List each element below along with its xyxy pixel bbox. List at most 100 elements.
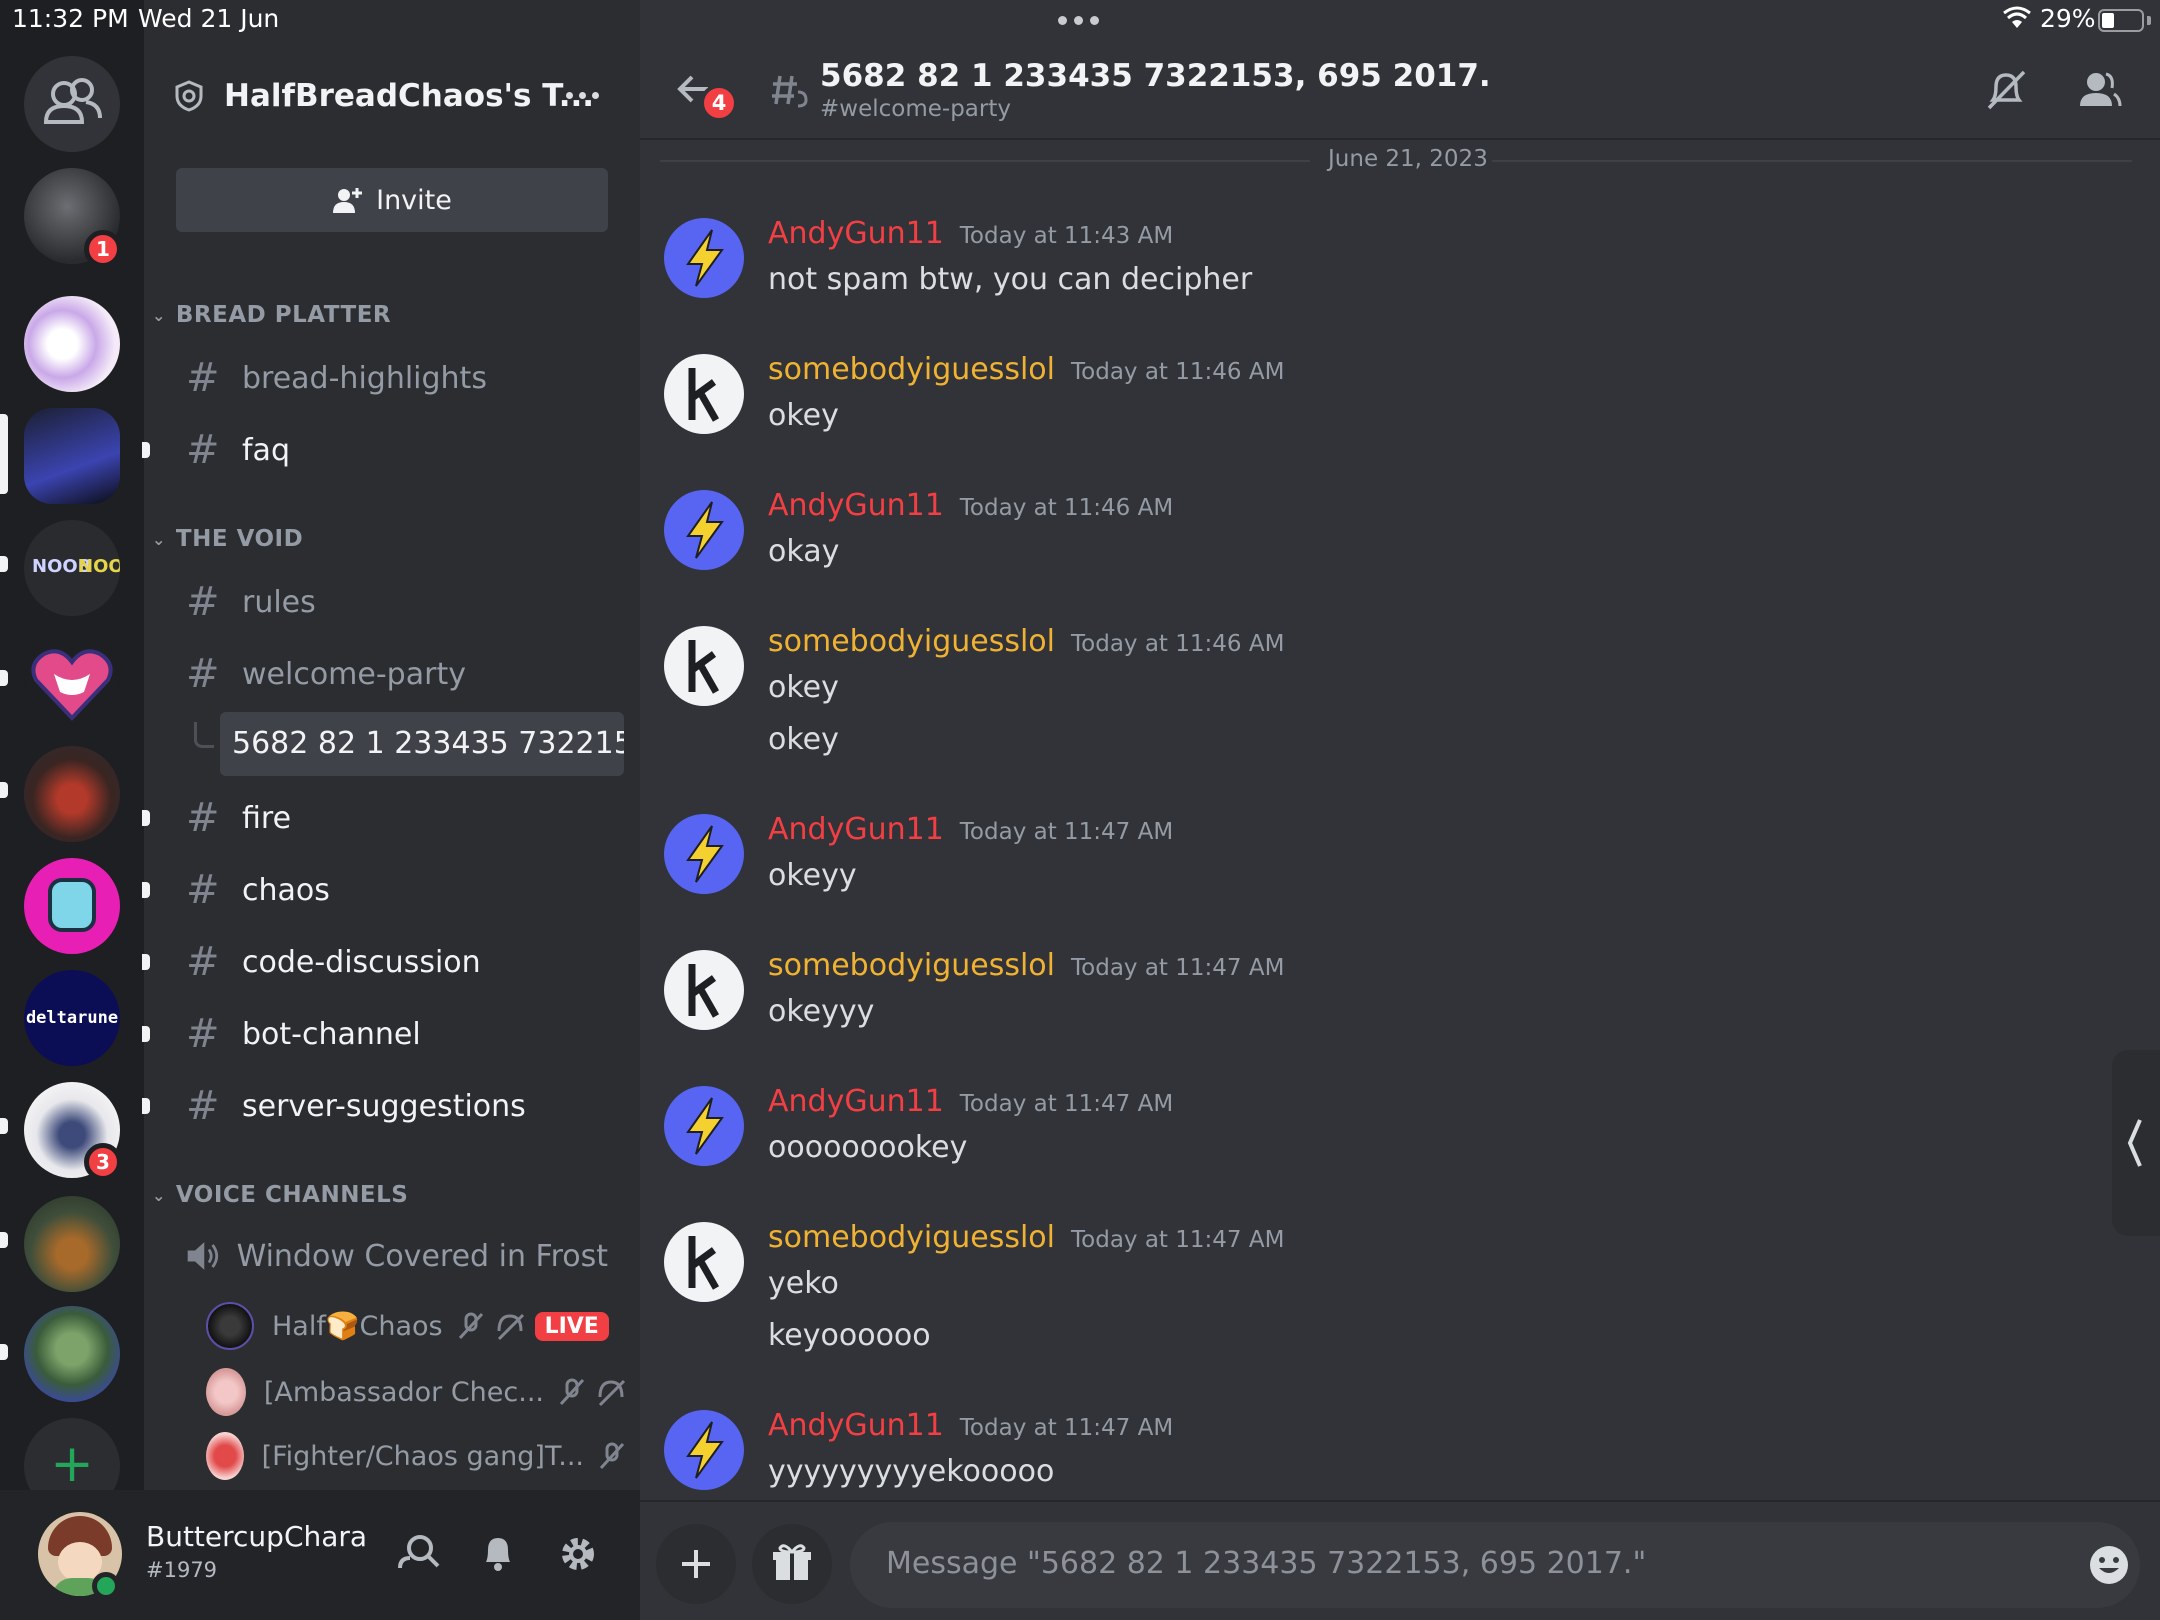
channel-faq[interactable]: # faq	[176, 420, 608, 480]
mic-muted-icon	[559, 1378, 585, 1406]
server-icon-7[interactable]	[24, 1196, 120, 1292]
message-avatar[interactable]	[664, 218, 744, 298]
server-icon-5[interactable]	[24, 858, 120, 954]
channel-label: Window Covered in Frost	[236, 1238, 608, 1274]
message-text: not spam btw, you can decipher	[768, 262, 1253, 297]
server-header[interactable]: HalfBreadChaos's T...	[144, 40, 640, 150]
username: ButtercupChara	[146, 1520, 368, 1553]
hash-icon: #	[186, 867, 220, 913]
emoji-icon[interactable]	[2088, 1544, 2130, 1586]
more-options-icon[interactable]	[566, 92, 599, 99]
channel-bread-highlights[interactable]: # bread-highlights	[176, 348, 608, 408]
search-icon[interactable]	[396, 1532, 442, 1572]
voice-user-3[interactable]: [Fighter/Chaos gang]T...	[206, 1428, 626, 1484]
channel-welcome-party[interactable]: # welcome-party	[176, 644, 608, 704]
notifications-muted-icon[interactable]	[1984, 68, 2028, 112]
user-panel: ButtercupChara #1979	[0, 1490, 640, 1620]
wifi-icon	[2003, 6, 2031, 28]
multitasking-dots-icon[interactable]	[1058, 16, 1099, 25]
channel-chaos[interactable]: # chaos	[176, 860, 608, 920]
message-avatar[interactable]	[664, 626, 744, 706]
message-author[interactable]: somebodyiguesslol Today at 11:47 AM	[768, 1220, 1284, 1255]
hash-icon: #	[186, 355, 220, 401]
message-avatar[interactable]	[664, 814, 744, 894]
channel-fire[interactable]: # fire	[176, 788, 608, 848]
server-icon-deltarune[interactable]: deltarune	[24, 970, 120, 1066]
server-icon-noob[interactable]: NOOB NOOB	[24, 520, 120, 616]
message-avatar[interactable]	[664, 1086, 744, 1166]
server-icon-1[interactable]	[24, 296, 120, 392]
letter-k-icon	[688, 368, 720, 422]
message-avatar[interactable]	[664, 1410, 744, 1490]
gear-icon[interactable]	[556, 1532, 600, 1576]
message-author[interactable]: somebodyiguesslol Today at 11:47 AM	[768, 948, 1284, 983]
channel-code-discussion[interactable]: # code-discussion	[176, 932, 608, 992]
channel-server-suggestions[interactable]: # server-suggestions	[176, 1076, 608, 1136]
message-author[interactable]: somebodyiguesslol Today at 11:46 AM	[768, 624, 1284, 659]
gift-button[interactable]	[752, 1524, 832, 1604]
voice-channel-window[interactable]: Window Covered in Frost	[176, 1226, 608, 1286]
message-timestamp: Today at 11:47 AM	[1071, 1227, 1285, 1253]
battery-percent: 29%	[2040, 4, 2096, 33]
noob-text-2: NOOB	[78, 556, 120, 577]
channel-rules[interactable]: # rules	[176, 572, 608, 632]
message-author[interactable]: somebodyiguesslol Today at 11:46 AM	[768, 352, 1284, 387]
server-icon-heart[interactable]	[24, 634, 120, 730]
attach-button[interactable]	[656, 1524, 736, 1604]
thread-title: 5682 82 1 233435 7322153, 695 2017.	[820, 58, 1491, 94]
hash-icon: #	[186, 1083, 220, 1129]
hash-icon: #	[186, 427, 220, 473]
bell-icon[interactable]	[478, 1532, 518, 1574]
message-input[interactable]: Message "5682 82 1 233435 7322153, 695 2…	[850, 1522, 2140, 1608]
avatar	[206, 1368, 246, 1416]
message-avatar[interactable]	[664, 1222, 744, 1302]
channel-label: bot-channel	[242, 1016, 421, 1052]
author-name: somebodyiguesslol	[768, 1220, 1055, 1255]
mic-muted-icon	[599, 1442, 625, 1470]
speaker-icon	[187, 1242, 219, 1270]
category-voice-channels[interactable]: ⌄ VOICE CHANNELS	[152, 1182, 408, 1208]
message-author[interactable]: AndyGun11 Today at 11:47 AM	[768, 1408, 1173, 1443]
thread-active[interactable]: 5682 82 1 233435 732215...	[220, 712, 624, 776]
voice-user-1[interactable]: Half🍞Chaos LIVE	[206, 1298, 626, 1354]
category-bread-platter[interactable]: ⌄ BREAD PLATTER	[152, 302, 391, 328]
category-the-void[interactable]: ⌄ THE VOID	[152, 526, 303, 552]
author-name: somebodyiguesslol	[768, 624, 1055, 659]
message-avatar[interactable]	[664, 490, 744, 570]
message-text: okey	[768, 670, 839, 705]
thread-branch-line	[194, 722, 214, 748]
invite-button[interactable]: Invite	[176, 168, 608, 232]
invite-label: Invite	[376, 184, 452, 216]
parent-channel[interactable]: #welcome-party	[820, 96, 1011, 122]
message-timestamp: Today at 11:46 AM	[959, 495, 1174, 521]
thread-icon	[772, 75, 808, 108]
member-list-icon[interactable]	[2076, 68, 2122, 112]
unread-badge: 4	[700, 84, 738, 122]
channel-bot-channel[interactable]: # bot-channel	[176, 1004, 608, 1064]
avatar	[206, 1302, 254, 1350]
voice-user-2[interactable]: [Ambassador Chec...	[206, 1364, 626, 1420]
message-timestamp: Today at 11:43 AM	[959, 223, 1174, 249]
channel-label: server-suggestions	[242, 1088, 526, 1124]
message-author[interactable]: AndyGun11 Today at 11:46 AM	[768, 488, 1173, 523]
message-avatar[interactable]	[664, 950, 744, 1030]
voice-user-name: Half🍞Chaos	[272, 1311, 443, 1342]
message-author[interactable]: AndyGun11 Today at 11:47 AM	[768, 1084, 1173, 1119]
friends-icon	[43, 78, 102, 124]
lightning-icon	[686, 1097, 724, 1155]
server-icon-2[interactable]	[24, 408, 120, 504]
letter-k-icon	[688, 1236, 720, 1290]
date-divider: June 21, 2023	[660, 146, 2140, 176]
lightning-icon	[686, 501, 724, 559]
deafened-icon	[497, 1313, 524, 1341]
message-author[interactable]: AndyGun11 Today at 11:43 AM	[768, 216, 1173, 251]
message-author[interactable]: AndyGun11 Today at 11:47 AM	[768, 812, 1173, 847]
server-icon-4[interactable]	[24, 746, 120, 842]
direct-messages-button[interactable]	[24, 56, 120, 152]
message-avatar[interactable]	[664, 354, 744, 434]
chevron-down-icon: ⌄	[152, 1185, 166, 1205]
panel-toggle-button[interactable]	[2112, 1050, 2160, 1236]
author-name: somebodyiguesslol	[768, 352, 1055, 387]
server-icon-8[interactable]	[24, 1306, 120, 1402]
channel-label: code-discussion	[242, 944, 481, 980]
